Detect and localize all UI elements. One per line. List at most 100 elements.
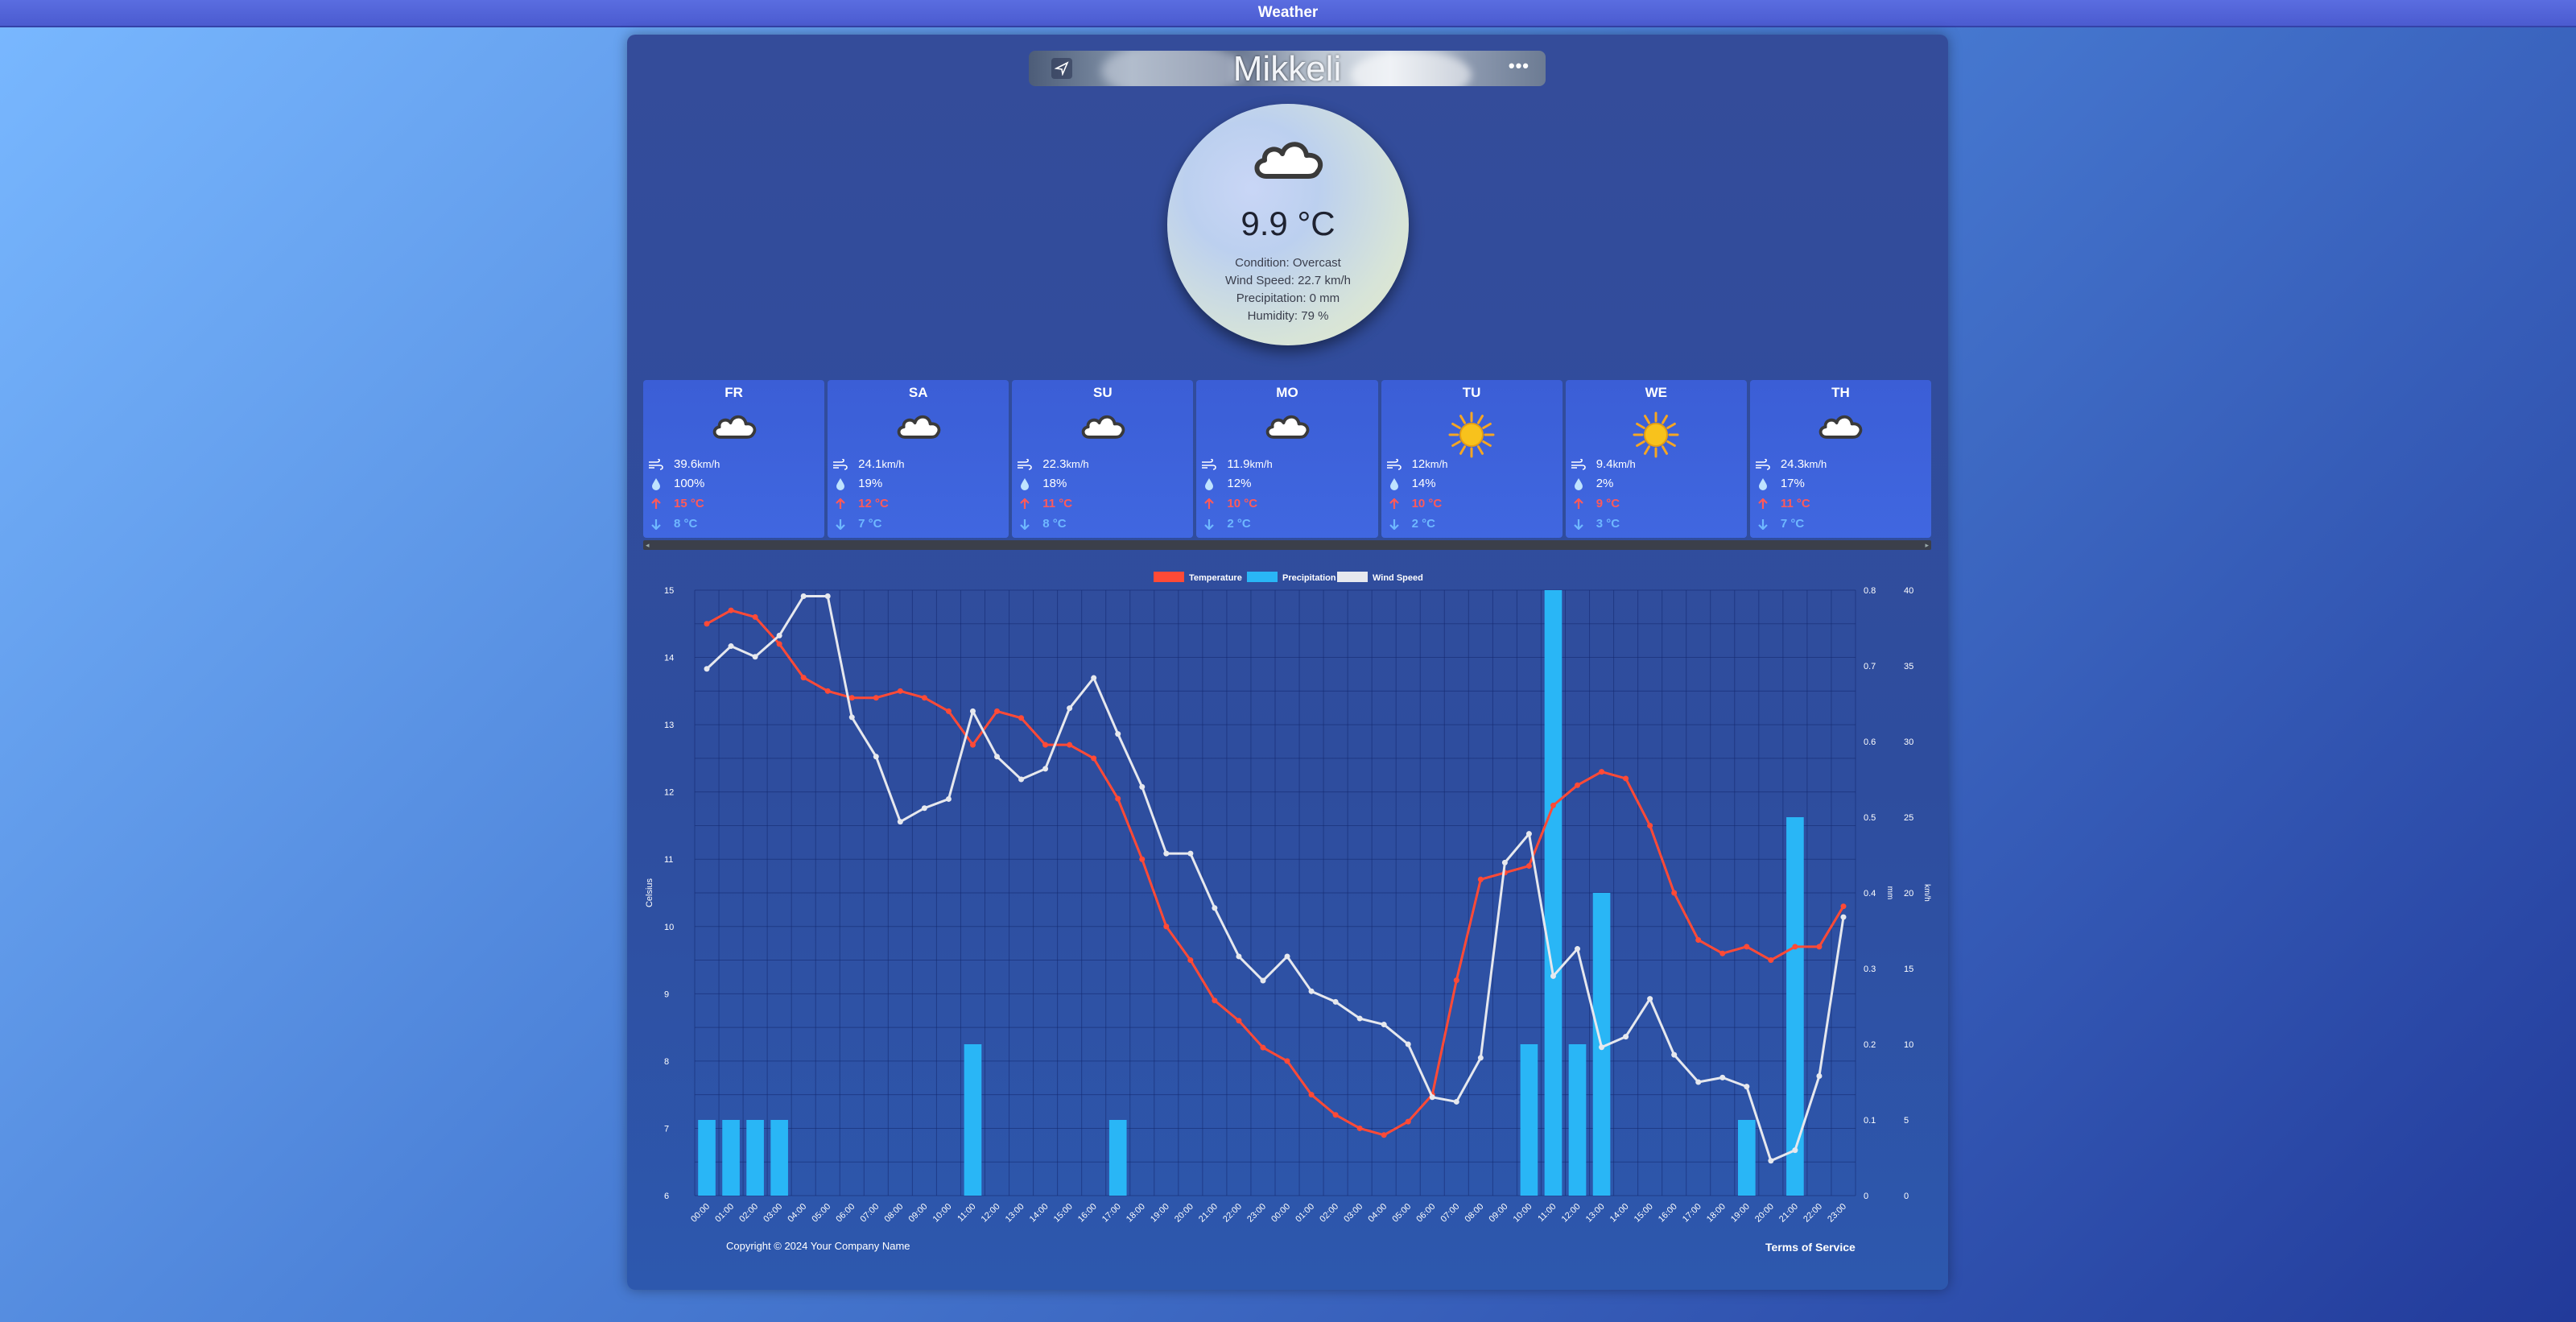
wind-speed-point [969, 708, 976, 714]
copyright-text: Copyright © 2024 Your Company Name [726, 1240, 910, 1252]
wind-speed-point [873, 754, 879, 760]
temperature-point [728, 607, 734, 613]
y-kmh-tick-label: 30 [1904, 737, 1913, 747]
wind-speed-point [1647, 996, 1653, 1002]
x-tick-label: 09:00 [907, 1202, 930, 1225]
wind-speed-point [1284, 953, 1290, 960]
wind-speed-point [1405, 1041, 1411, 1047]
y-mm-tick-label: 0.4 [1864, 889, 1876, 899]
y-mm-tick-label: 0.7 [1864, 662, 1876, 671]
temperature-point [1744, 944, 1750, 950]
x-tick-label: 09:00 [1488, 1202, 1510, 1225]
wind-speed-point [1042, 766, 1049, 772]
x-tick-label: 05:00 [810, 1202, 832, 1225]
x-tick-label: 07:00 [1439, 1202, 1461, 1225]
wind-speed-point [1671, 1051, 1678, 1058]
y-kmh-tick-label: 20 [1904, 889, 1913, 899]
temperature-point [1550, 802, 1556, 808]
temperature-point [1356, 1125, 1363, 1131]
temperature-point [800, 675, 807, 681]
temperature-point [1115, 795, 1121, 802]
y-kmh-tick-label: 15 [1904, 965, 1913, 974]
y-left-tick-label: 11 [664, 855, 673, 865]
legend-swatch [1337, 572, 1368, 582]
wind-speed-point [1623, 1034, 1629, 1040]
x-tick-label: 23:00 [1245, 1202, 1268, 1225]
temperature-point [994, 708, 1001, 714]
wind-speed-point [1187, 850, 1194, 857]
x-tick-label: 02:00 [1318, 1202, 1340, 1225]
x-tick-label: 03:00 [762, 1202, 784, 1225]
wind-speed-point [1260, 977, 1266, 984]
y-kmh-tick-label: 25 [1904, 813, 1913, 823]
y-left-tick-label: 12 [664, 788, 674, 798]
temperature-point [1212, 998, 1218, 1004]
temperature-point [1525, 863, 1532, 870]
wind-speed-point [1381, 1022, 1387, 1028]
x-tick-label: 05:00 [1390, 1202, 1413, 1225]
x-tick-label: 01:00 [713, 1202, 736, 1225]
wind-speed-point [921, 805, 927, 812]
legend-label: Temperature [1189, 573, 1242, 583]
x-tick-label: 08:00 [1463, 1202, 1486, 1225]
y-mm-tick-label: 0.6 [1864, 737, 1876, 747]
wind-speed-point [1695, 1079, 1702, 1085]
wind-speed-point [1236, 953, 1242, 960]
terms-link[interactable]: Terms of Service [1765, 1241, 1856, 1254]
y-mm-tick-label: 0 [1864, 1192, 1868, 1201]
x-tick-label: 15:00 [1633, 1202, 1655, 1225]
app-title-bar: Weather [0, 0, 2576, 27]
temperature-point [1575, 782, 1581, 788]
temperature-point [1284, 1058, 1290, 1064]
wind-speed-point [752, 654, 758, 660]
temperature-point [1719, 950, 1726, 956]
wind-speed-point [1115, 731, 1121, 737]
temperature-point [1260, 1044, 1266, 1051]
x-tick-label: 01:00 [1294, 1202, 1316, 1225]
x-tick-label: 04:00 [786, 1202, 808, 1225]
wind-speed-point [897, 819, 903, 825]
x-tick-label: 10:00 [1512, 1202, 1534, 1225]
x-tick-label: 21:00 [1197, 1202, 1220, 1225]
temperature-point [1695, 936, 1702, 943]
x-tick-label: 16:00 [1076, 1202, 1099, 1225]
temperature-point [1187, 957, 1194, 964]
temperature-point [945, 708, 952, 714]
temperature-point [1139, 856, 1146, 862]
x-tick-label: 15:00 [1052, 1202, 1075, 1225]
y-kmh-tick-label: 10 [1904, 1040, 1913, 1050]
hourly-chart: 6 7 8 9 10 11 12 13 14 15 0 0.1 0.2 0.3 0.4 0.5 0.6 0.7 0.… [645, 572, 1931, 1225]
y-left-tick-label: 14 [664, 654, 674, 663]
temperature-point [1792, 944, 1798, 950]
x-tick-label: 06:00 [834, 1202, 857, 1225]
legend-label: Wind Speed [1373, 573, 1423, 583]
y-mm-tick-label: 0.8 [1864, 586, 1876, 596]
precipitation-bar [1568, 1044, 1587, 1196]
x-tick-label: 11:00 [1536, 1202, 1558, 1224]
temperature-point [1405, 1118, 1411, 1125]
temperature-point [1067, 742, 1073, 748]
precipitation-bar [746, 1120, 764, 1196]
temperature-point [1042, 742, 1049, 748]
x-tick-label: 11:00 [956, 1202, 977, 1224]
temperature-point [848, 695, 855, 701]
y-mm-tick-label: 0.5 [1864, 813, 1876, 823]
wind-speed-point [1308, 988, 1315, 994]
x-tick-label: 07:00 [858, 1202, 881, 1225]
y-mm-axis-title: mm [1885, 886, 1894, 900]
x-tick-label: 19:00 [1729, 1202, 1752, 1225]
temperature-point [873, 695, 879, 701]
wind-speed-point [1018, 776, 1025, 783]
wind-speed-point [1453, 1098, 1459, 1105]
temperature-point [1091, 755, 1097, 762]
x-tick-label: 12:00 [980, 1202, 1002, 1225]
precipitation-bar [722, 1120, 740, 1196]
x-tick-label: 00:00 [1269, 1202, 1292, 1225]
precipitation-bar [964, 1044, 982, 1196]
wind-speed-point [1163, 850, 1170, 857]
wind-speed-point [1332, 998, 1339, 1005]
precipitation-bar [1520, 1044, 1538, 1196]
wind-speed-point [1719, 1074, 1726, 1080]
legend-swatch [1247, 572, 1278, 582]
precipitation-bar [770, 1120, 788, 1196]
